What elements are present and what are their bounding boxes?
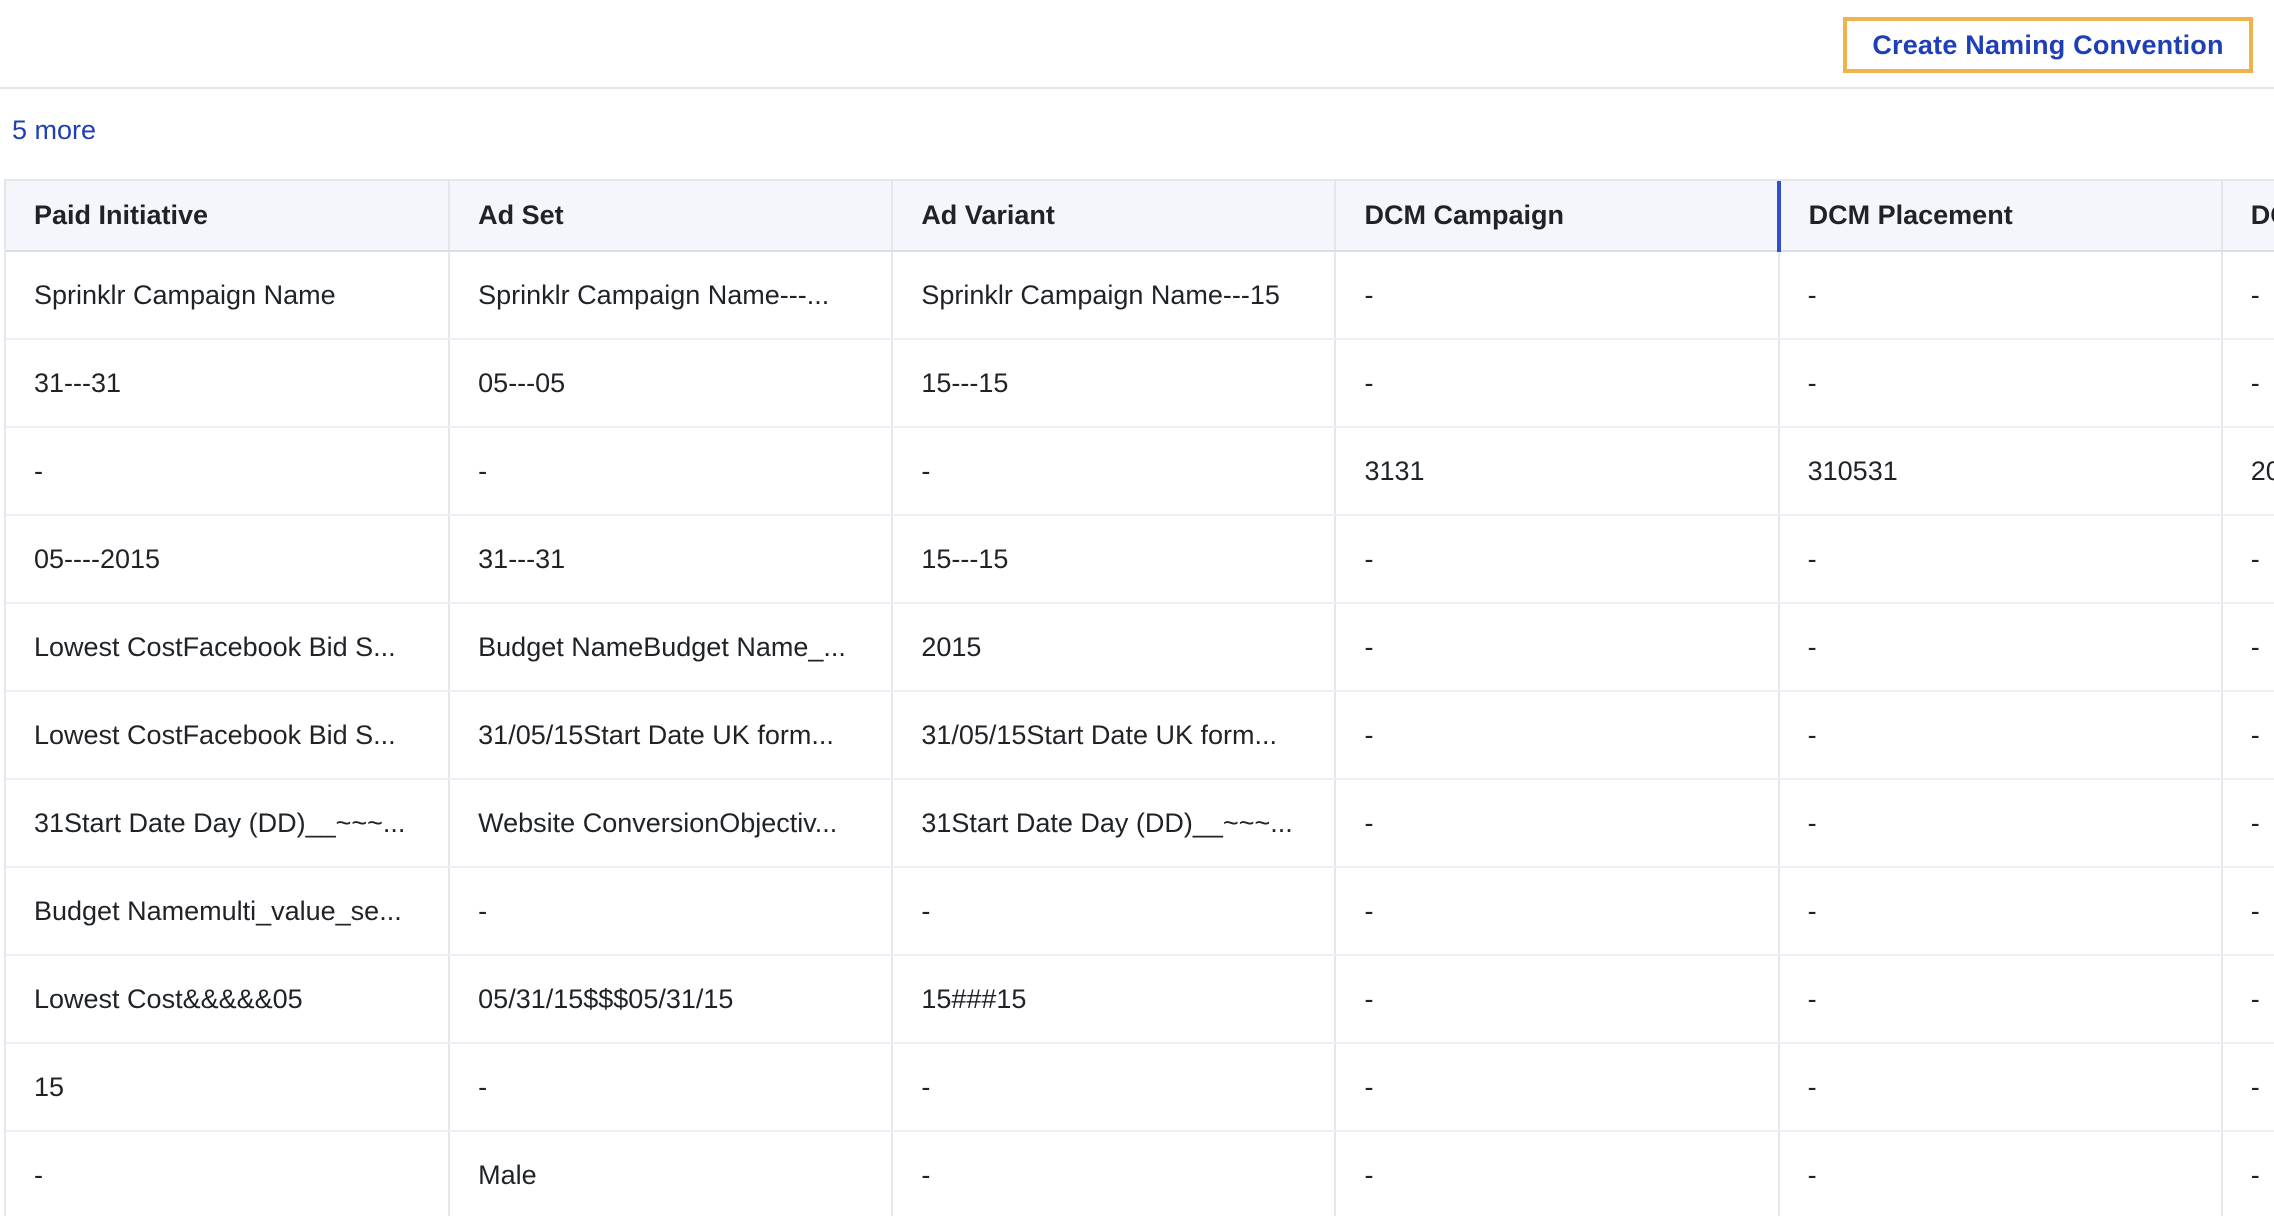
table-cell: -	[1335, 603, 1780, 692]
table-cell: 15---15	[892, 515, 1337, 604]
column-header-paid-initiative[interactable]: Paid Initiative	[6, 181, 451, 252]
table-cell: -	[1778, 867, 2223, 956]
table-row[interactable]: 05----2015 31---31 15---15 - - -	[6, 515, 2274, 604]
table-row[interactable]: 15 - - - - -	[6, 1043, 2274, 1132]
column-header-dcm-placement[interactable]: DCM Placement	[1778, 181, 2223, 252]
table-cell: -	[1778, 1043, 2223, 1132]
top-toolbar: Create Naming Convention	[0, 0, 2274, 89]
table-row[interactable]: Lowest CostFacebook Bid S... 31/05/15Sta…	[6, 691, 2274, 780]
table-cell: -	[1335, 251, 1780, 340]
table-cell: -	[1335, 955, 1780, 1044]
column-header-dc[interactable]: DC	[2221, 181, 2274, 252]
table-cell: -	[2221, 691, 2274, 780]
table-cell: -	[449, 1043, 894, 1132]
table-cell: -	[2221, 339, 2274, 428]
table-row[interactable]: Budget Namemulti_value_se... - - - - -	[6, 867, 2274, 956]
table-row[interactable]: Lowest CostFacebook Bid S... Budget Name…	[6, 603, 2274, 692]
table-cell: -	[2221, 251, 2274, 340]
table-cell: 05/31/15$$$05/31/15	[449, 955, 894, 1044]
table-cell: -	[1778, 779, 2223, 868]
table-cell: Male	[449, 1131, 894, 1216]
table-header-row: Paid Initiative Ad Set Ad Variant DCM Ca…	[6, 181, 2274, 252]
table-cell: 31Start Date Day (DD)__~~~...	[6, 779, 451, 868]
column-header-ad-set[interactable]: Ad Set	[449, 181, 894, 252]
table-cell: 15---15	[892, 339, 1337, 428]
table-cell: -	[2221, 603, 2274, 692]
column-header-dcm-campaign[interactable]: DCM Campaign	[1335, 181, 1781, 252]
table-cell: -	[2221, 955, 2274, 1044]
table-cell: 05---05	[449, 339, 894, 428]
table-cell: -	[1778, 955, 2223, 1044]
table-cell: 310531	[1778, 427, 2223, 516]
column-header-ad-variant[interactable]: Ad Variant	[892, 181, 1337, 252]
table-cell: 31Start Date Day (DD)__~~~...	[892, 779, 1337, 868]
table-cell: -	[892, 427, 1337, 516]
table-row[interactable]: 31---31 05---05 15---15 - - -	[6, 339, 2274, 428]
table-cell: -	[2221, 779, 2274, 868]
naming-convention-table: Paid Initiative Ad Set Ad Variant DCM Ca…	[4, 179, 2274, 1216]
table-row[interactable]: - - - 3131 310531 20	[6, 427, 2274, 516]
table-row[interactable]: Sprinklr Campaign Name Sprinklr Campaign…	[6, 251, 2274, 340]
table-cell: -	[1335, 779, 1780, 868]
table-cell: -	[2221, 515, 2274, 604]
table-cell: Budget NameBudget Name_...	[449, 603, 894, 692]
table-cell: -	[1335, 691, 1780, 780]
more-filters-link[interactable]: 5 more	[12, 115, 96, 146]
table-cell: -	[1335, 515, 1780, 604]
table-cell: Lowest CostFacebook Bid S...	[6, 691, 451, 780]
table-cell: 31/05/15Start Date UK form...	[449, 691, 894, 780]
table-cell: -	[892, 1043, 1337, 1132]
table-cell: -	[6, 1131, 451, 1216]
table-cell: -	[2221, 1131, 2274, 1216]
table-cell: -	[1335, 867, 1780, 956]
table-row[interactable]: Lowest Cost&&&&&05 05/31/15$$$05/31/15 1…	[6, 955, 2274, 1044]
table-cell: -	[1778, 603, 2223, 692]
table-cell: 31---31	[6, 339, 451, 428]
table-row[interactable]: - Male - - - -	[6, 1131, 2274, 1216]
table-cell: 20	[2221, 427, 2274, 516]
table-cell: -	[1778, 251, 2223, 340]
table-cell: Sprinklr Campaign Name	[6, 251, 451, 340]
table-cell: -	[892, 1131, 1337, 1216]
table-cell: 3131	[1335, 427, 1780, 516]
table-cell: -	[1778, 339, 2223, 428]
table-row[interactable]: 31Start Date Day (DD)__~~~... Website Co…	[6, 779, 2274, 868]
table-cell: 31---31	[449, 515, 894, 604]
create-naming-convention-button[interactable]: Create Naming Convention	[1843, 17, 2253, 73]
table-cell: -	[449, 867, 894, 956]
table-cell: -	[1778, 1131, 2223, 1216]
table-cell: Lowest CostFacebook Bid S...	[6, 603, 451, 692]
table-cell: -	[2221, 867, 2274, 956]
table-cell: 31/05/15Start Date UK form...	[892, 691, 1337, 780]
table-cell: -	[892, 867, 1337, 956]
table-cell: -	[1778, 515, 2223, 604]
table-cell: -	[449, 427, 894, 516]
table-cell: 2015	[892, 603, 1337, 692]
table-cell: 15	[6, 1043, 451, 1132]
table-cell: 15###15	[892, 955, 1337, 1044]
table-cell: -	[2221, 1043, 2274, 1132]
table-cell: Sprinklr Campaign Name---...	[449, 251, 894, 340]
table-cell: Website ConversionObjectiv...	[449, 779, 894, 868]
table-cell: 05----2015	[6, 515, 451, 604]
table-cell: -	[1335, 1043, 1780, 1132]
table-cell: -	[6, 427, 451, 516]
table-cell: Sprinklr Campaign Name---15	[892, 251, 1337, 340]
table-cell: Budget Namemulti_value_se...	[6, 867, 451, 956]
table-cell: -	[1335, 339, 1780, 428]
table-cell: -	[1778, 691, 2223, 780]
table-cell: Lowest Cost&&&&&05	[6, 955, 451, 1044]
table-cell: -	[1335, 1131, 1780, 1216]
